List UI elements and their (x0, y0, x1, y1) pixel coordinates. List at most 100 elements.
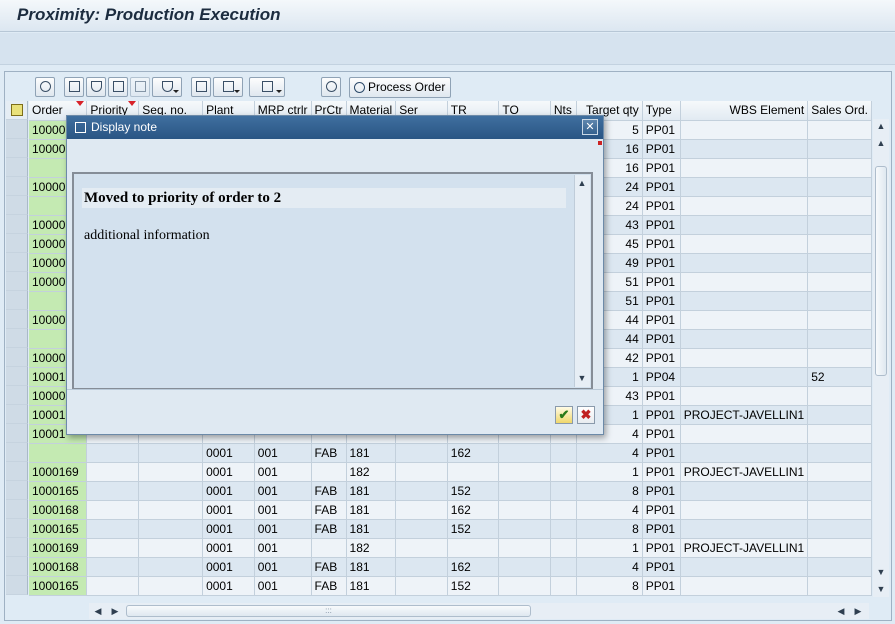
layout-icon[interactable] (191, 77, 211, 97)
row-selector[interactable] (6, 500, 28, 519)
table-row[interactable]: 1000168 0001 001 FAB 181 162 4 PP01 (29, 557, 872, 577)
note-scroll-up-icon[interactable]: ▲ (575, 176, 589, 190)
scroll-right-small-icon[interactable]: ▶ (108, 604, 122, 618)
scroll-left-icon[interactable]: ◀ (91, 604, 105, 618)
table-cell: 1000165 (29, 576, 88, 596)
table-cell (550, 481, 577, 501)
confirm-button[interactable]: ✔ (555, 406, 573, 424)
export-icon[interactable] (213, 77, 243, 97)
row-selector[interactable] (6, 234, 28, 253)
table-cell: PP01 (642, 196, 681, 216)
select-all-icon[interactable] (6, 101, 28, 120)
note-text-area[interactable]: Moved to priority of order to 2 addition… (72, 172, 593, 390)
find-icon[interactable] (108, 77, 128, 97)
table-cell (447, 538, 500, 558)
table-row[interactable]: 0001 001 FAB 181 162 4 PP01 (29, 443, 872, 463)
process-order-button[interactable]: Process Order (349, 77, 451, 98)
scroll-up-icon[interactable]: ▲ (874, 119, 888, 133)
row-selector[interactable] (6, 519, 28, 538)
note-body: additional information (84, 228, 210, 243)
vertical-scrollbar[interactable]: ▲ ▲ ▼ ▼ (873, 119, 889, 597)
scroll-down-icon[interactable]: ▼ (874, 582, 888, 596)
row-selector[interactable] (6, 139, 28, 158)
filter-icon[interactable] (86, 77, 106, 97)
table-row[interactable]: 1000165 0001 001 FAB 181 152 8 PP01 (29, 519, 872, 539)
table-row[interactable]: 1000168 0001 001 FAB 181 162 4 PP01 (29, 500, 872, 520)
column-header[interactable]: Sales Ord. (807, 101, 872, 121)
set-filter-icon[interactable] (152, 77, 182, 97)
table-cell: 0001 (202, 519, 255, 539)
row-selector[interactable] (6, 367, 28, 386)
table-cell (138, 557, 204, 577)
scroll-left-small-icon[interactable]: ◀ (834, 604, 848, 618)
table-cell: 162 (447, 500, 500, 520)
table-cell: PP01 (642, 557, 681, 577)
row-selector[interactable] (6, 158, 28, 177)
table-row[interactable]: 1000169 0001 001 182 1 PP01 PROJECT-JAVELLIN1 (29, 538, 872, 558)
print-icon[interactable] (64, 77, 84, 97)
dialog-close-button[interactable]: ✕ (582, 119, 598, 135)
table-cell (680, 158, 809, 178)
find-next-icon[interactable] (130, 77, 150, 97)
table-row[interactable]: 1000165 0001 001 FAB 181 152 8 PP01 (29, 481, 872, 501)
row-selector[interactable] (6, 405, 28, 424)
column-header[interactable]: WBS Element (680, 101, 809, 121)
refresh-icon[interactable] (321, 77, 341, 97)
scroll-right-icon[interactable]: ▶ (851, 604, 865, 618)
row-selector[interactable] (6, 291, 28, 310)
row-selector[interactable] (6, 253, 28, 272)
row-selector[interactable] (6, 538, 28, 557)
table-cell (550, 557, 577, 577)
table-cell (680, 348, 809, 368)
table-cell (86, 557, 140, 577)
table-cell (807, 538, 872, 558)
cancel-button[interactable]: ✖ (577, 406, 595, 424)
row-selector[interactable] (6, 196, 28, 215)
table-cell (680, 272, 809, 292)
table-cell (807, 120, 872, 140)
row-selector[interactable] (6, 443, 28, 462)
table-row[interactable]: 1000169 0001 001 182 1 PP01 PROJECT-JAVELLIN1 (29, 462, 872, 482)
column-header[interactable]: Type (642, 101, 681, 121)
table-cell: 4 (576, 443, 643, 463)
magnify-icon[interactable] (35, 77, 55, 97)
scroll-down-small-icon[interactable]: ▼ (874, 565, 888, 579)
send-icon[interactable] (249, 77, 285, 97)
table-cell (550, 538, 577, 558)
table-cell (29, 443, 88, 463)
row-selector[interactable] (6, 120, 28, 139)
row-selector[interactable] (6, 272, 28, 291)
row-selector[interactable] (6, 557, 28, 576)
table-cell (86, 576, 140, 596)
row-selector[interactable] (6, 462, 28, 481)
table-cell (807, 462, 872, 482)
row-selector[interactable] (6, 386, 28, 405)
horizontal-scrollbar[interactable]: ◀ ▶ ::: ◀ ▶ (89, 603, 869, 619)
table-cell (86, 519, 140, 539)
row-selector[interactable] (6, 329, 28, 348)
table-cell: FAB (311, 576, 347, 596)
row-selector[interactable] (6, 310, 28, 329)
vertical-scroll-thumb[interactable] (875, 166, 887, 376)
note-scrollbar[interactable]: ▲ ▼ (574, 175, 590, 387)
note-scroll-down-icon[interactable]: ▼ (575, 371, 589, 385)
row-selector[interactable] (6, 215, 28, 234)
table-cell: 0001 (202, 481, 255, 501)
table-cell (395, 576, 448, 596)
table-cell: FAB (311, 500, 347, 520)
table-cell: 8 (576, 519, 643, 539)
row-selector[interactable] (6, 424, 28, 443)
row-selector[interactable] (6, 177, 28, 196)
row-selector[interactable] (6, 576, 28, 595)
table-cell (498, 576, 551, 596)
table-cell (807, 576, 872, 596)
table-cell: PP01 (642, 405, 681, 425)
scroll-up-small-icon[interactable]: ▲ (874, 136, 888, 150)
note-icon (75, 122, 86, 133)
table-row[interactable]: 1000165 0001 001 FAB 181 152 8 PP01 (29, 576, 872, 596)
sort-marker-icon (128, 101, 137, 106)
table-cell (680, 481, 809, 501)
horizontal-scroll-thumb[interactable]: ::: (126, 605, 531, 617)
row-selector[interactable] (6, 348, 28, 367)
row-selector[interactable] (6, 481, 28, 500)
